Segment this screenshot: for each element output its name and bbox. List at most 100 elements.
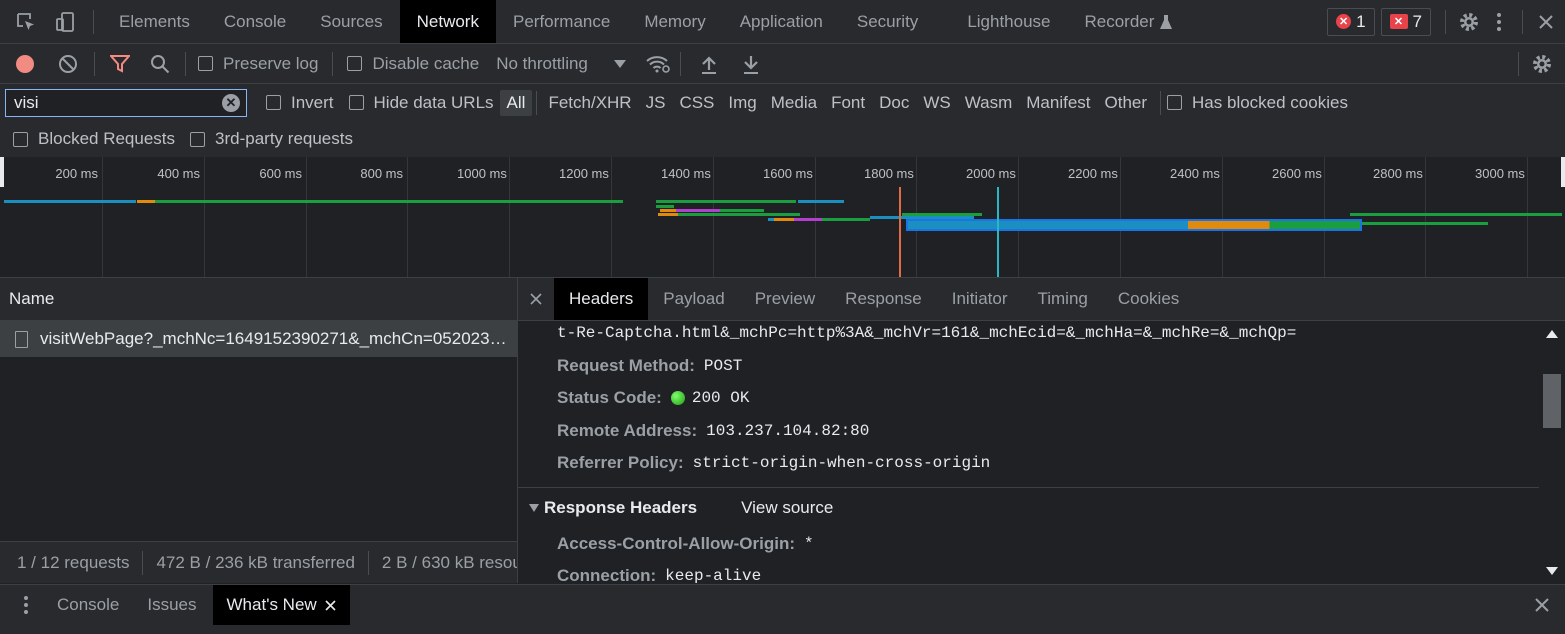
request-row[interactable]: visitWebPage?_mchNc=1649152390271&_mchCn… (0, 321, 517, 357)
timeline-request-bar (656, 205, 674, 208)
overview-right-handle[interactable] (1561, 157, 1565, 187)
timeline-request-bar (137, 200, 155, 203)
timeline-gridline (102, 157, 103, 277)
drawer-tab-console[interactable]: Console (43, 585, 133, 625)
tab-performance[interactable]: Performance (496, 0, 627, 43)
timeline-gridline (509, 157, 510, 277)
preserve-log-checkbox[interactable]: Preserve log (198, 54, 318, 74)
connection-value: keep-alive (665, 567, 762, 583)
checkbox-box[interactable] (347, 56, 363, 71)
filter-input[interactable] (12, 91, 222, 114)
tab-application[interactable]: Application (723, 0, 840, 43)
tab-memory[interactable]: Memory (627, 0, 722, 43)
hide-data-urls-checkbox[interactable]: Hide data URLs (348, 93, 494, 113)
scroll-up-icon[interactable] (1546, 330, 1558, 338)
filter-type-font[interactable]: Font (824, 90, 872, 116)
tab-headers[interactable]: Headers (554, 278, 649, 320)
import-har-icon[interactable] (697, 54, 721, 74)
separator (679, 51, 681, 76)
checkbox-box[interactable] (198, 56, 213, 71)
timeline-request-bar (658, 213, 678, 216)
error-icon: ✕ (1336, 14, 1352, 29)
drawer-tab-bar: Console Issues What's New (0, 584, 1565, 634)
checkbox-box[interactable] (13, 131, 28, 147)
filter-type-other[interactable]: Other (1098, 90, 1155, 116)
disable-cache-label: Disable cache (372, 53, 480, 73)
record-icon[interactable] (14, 54, 36, 73)
tab-cookies[interactable]: Cookies (1103, 278, 1194, 320)
response-headers-section-header[interactable]: Response Headers View source (529, 498, 833, 518)
more-options-icon[interactable] (1484, 12, 1514, 32)
tab-response[interactable]: Response (830, 278, 937, 320)
filter-type-img[interactable]: Img (721, 90, 763, 116)
tab-lighthouse[interactable]: Lighthouse (950, 0, 1067, 43)
overview-left-handle[interactable] (0, 157, 4, 187)
close-tab-icon[interactable] (325, 599, 336, 611)
timeline-request-bar (1362, 222, 1488, 225)
drawer-tab-whats-new[interactable]: What's New (212, 585, 350, 625)
checkbox-box[interactable] (266, 95, 281, 110)
close-devtools-icon[interactable] (1531, 14, 1561, 30)
checkbox-box[interactable] (348, 95, 364, 110)
tab-recorder[interactable]: Recorder (1068, 0, 1190, 43)
filter-icon[interactable] (107, 54, 133, 73)
scroll-down-icon[interactable] (1546, 567, 1558, 575)
clear-icon[interactable] (56, 54, 80, 74)
tab-elements[interactable]: Elements (102, 0, 207, 43)
timeline-tick-label: 1800 ms (864, 166, 914, 181)
tab-network[interactable]: Network (399, 0, 496, 43)
export-har-icon[interactable] (739, 54, 763, 74)
close-details-icon[interactable] (518, 293, 554, 305)
checkbox-box[interactable] (1167, 95, 1183, 110)
name-column-header[interactable]: Name (0, 278, 517, 321)
preserve-log-label: Preserve log (223, 53, 319, 73)
filter-type-css[interactable]: CSS (672, 90, 721, 116)
device-toolbar-icon[interactable] (53, 11, 79, 33)
throttling-select[interactable]: No throttling (496, 54, 626, 74)
tab-timing[interactable]: Timing (1022, 278, 1102, 320)
timeline-gridline (1425, 157, 1426, 277)
clear-filter-icon[interactable]: ✕ (222, 93, 240, 112)
filter-type-ws[interactable]: WS (916, 90, 957, 116)
tab-security[interactable]: Security (840, 0, 950, 43)
close-drawer-icon[interactable] (1527, 585, 1557, 625)
issues-count-badge[interactable]: ✕ 7 (1380, 7, 1431, 36)
third-party-requests-checkbox[interactable]: 3rd-party requests (190, 129, 353, 149)
filter-type-all[interactable]: All (499, 89, 533, 116)
disable-cache-checkbox[interactable]: Disable cache (347, 54, 479, 74)
selected-request-bar[interactable] (906, 219, 1362, 231)
drawer-tab-issues[interactable]: Issues (133, 585, 210, 625)
tab-preview[interactable]: Preview (740, 278, 830, 320)
filter-type-wasm[interactable]: Wasm (958, 90, 1020, 116)
timeline-gridline (306, 157, 307, 277)
view-source-link[interactable]: View source (741, 498, 833, 518)
network-settings-gear-icon[interactable] (1527, 53, 1557, 75)
error-count-badge[interactable]: ✕ 1 (1327, 7, 1375, 36)
scrollbar-thumb[interactable] (1543, 374, 1561, 428)
filter-type-doc[interactable]: Doc (872, 90, 916, 116)
tab-sources[interactable]: Sources (303, 0, 399, 43)
tab-console[interactable]: Console (207, 0, 303, 43)
timeline-tick-label: 2000 ms (966, 166, 1016, 181)
filter-type-fetch-xhr[interactable]: Fetch/XHR (541, 90, 638, 116)
details-scrollbar[interactable] (1539, 321, 1565, 583)
search-icon[interactable] (147, 54, 173, 74)
inspect-element-icon[interactable] (13, 11, 39, 33)
invert-checkbox[interactable]: Invert (266, 93, 334, 113)
request-details-pane: Headers Payload Preview Response Initiat… (518, 278, 1565, 583)
network-overview-timeline[interactable]: 200 ms 400 ms 600 ms 800 ms 1000 ms 1200 ms 14… (0, 157, 1565, 278)
blocked-requests-checkbox[interactable]: Blocked Requests (13, 129, 175, 149)
filter-type-manifest[interactable]: Manifest (1019, 90, 1097, 116)
drawer-menu-icon[interactable] (16, 585, 36, 625)
has-blocked-cookies-checkbox[interactable]: Has blocked cookies (1167, 93, 1348, 113)
filter-type-media[interactable]: Media (764, 90, 824, 116)
timeline-gridline (611, 157, 612, 277)
checkbox-box[interactable] (190, 131, 206, 147)
tab-initiator[interactable]: Initiator (937, 278, 1023, 320)
timeline-request-bar (1350, 213, 1562, 216)
filter-type-js[interactable]: JS (639, 90, 673, 116)
tab-payload[interactable]: Payload (648, 278, 739, 320)
settings-gear-icon[interactable] (1454, 11, 1484, 33)
network-conditions-wifi-icon[interactable] (644, 55, 672, 73)
referrer-policy-label: Referrer Policy: (557, 453, 684, 472)
